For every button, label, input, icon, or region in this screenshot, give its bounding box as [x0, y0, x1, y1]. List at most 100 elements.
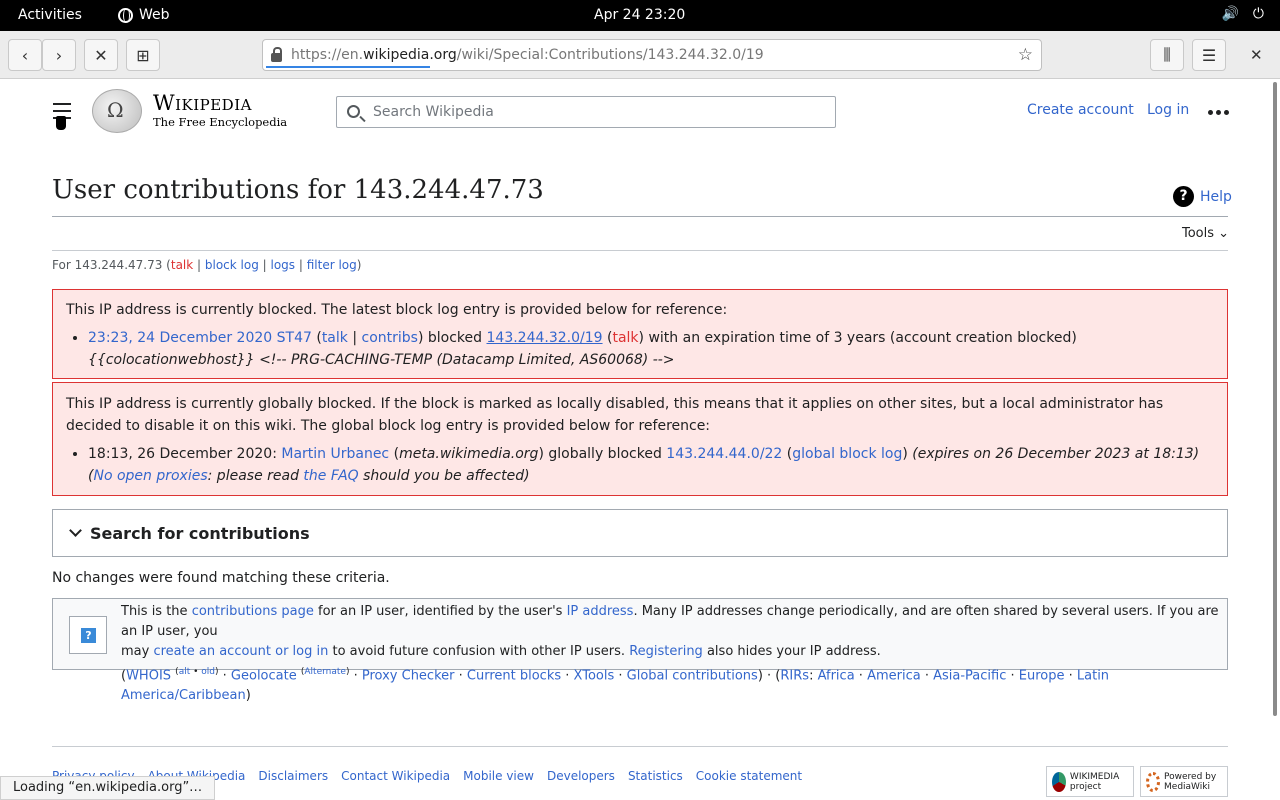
footer-divider [52, 746, 1228, 747]
footer-link-contact[interactable]: Contact Wikipedia [341, 769, 450, 783]
url-prefix: https://en. [291, 47, 364, 63]
search-input[interactable]: Search Wikipedia [336, 96, 836, 128]
proxy-checker-link[interactable]: Proxy Checker [362, 668, 455, 683]
tools-divider [52, 250, 1228, 251]
geolocate-link[interactable]: Geolocate [231, 668, 297, 683]
subtitle-prefix: For 143.244.47.73 ( [52, 258, 171, 272]
talk-link[interactable]: talk [171, 258, 193, 272]
address-bar[interactable]: https://en. wikipedia.org/wiki/Special:Co… [262, 39, 1042, 71]
range-talk-link[interactable]: talk [612, 330, 638, 346]
forward-button[interactable]: › [42, 39, 76, 71]
search-placeholder: Search Wikipedia [373, 104, 494, 120]
block-reason: {{colocationwebhost}} <!-- PRG-CACHING-T… [88, 352, 675, 368]
create-account-login-link[interactable]: create an account or log in [153, 644, 328, 659]
stop-button[interactable]: ✕ [84, 39, 118, 71]
volume-icon: 🔊 [1221, 6, 1239, 22]
more-options-button[interactable] [1208, 110, 1229, 115]
ip-info-text: This is the contributions page for an IP… [121, 604, 1219, 704]
library-button[interactable]: ⫼ [1150, 39, 1184, 71]
window-close-button[interactable]: ✕ [1250, 46, 1263, 64]
footer-link-disclaimers[interactable]: Disclaimers [258, 769, 328, 783]
log-in-link[interactable]: Log in [1147, 102, 1189, 118]
library-icon: ⫼ [1163, 45, 1171, 64]
wordmark-tagline: The Free Encyclopedia [153, 115, 288, 129]
global-contributions-link[interactable]: Global contributions [627, 668, 758, 683]
global-range-link[interactable]: 143.244.44.0/22 [666, 446, 782, 462]
footer-link-developers[interactable]: Developers [547, 769, 615, 783]
tools-dropdown[interactable]: Tools ⌄ [1182, 226, 1229, 241]
power-icon: ⏻ [1252, 6, 1264, 22]
new-tab-button[interactable]: ⊞ [126, 39, 160, 71]
block-log-link[interactable]: block log [205, 258, 259, 272]
xtools-link[interactable]: XTools [574, 668, 615, 683]
global-block-notice: This IP address is currently globally bl… [52, 382, 1228, 496]
wikipedia-wordmark[interactable]: Wikipedia The Free Encyclopedia [153, 92, 287, 129]
europe-link[interactable]: Europe [1019, 668, 1065, 683]
global-action: globally blocked [548, 446, 662, 462]
hamburger-icon: ☰ [1201, 45, 1217, 65]
system-menu[interactable]: 🔊 ⏻ [1221, 6, 1264, 22]
geolocate-alternate-link[interactable]: Alternate [304, 667, 346, 677]
app-menu[interactable]: Web [118, 7, 170, 23]
url-path: /wiki/Special:Contributions/143.244.32.0… [456, 47, 764, 63]
lock-icon [271, 46, 282, 62]
wikimedia-badge[interactable]: WIKIMEDIA project [1046, 766, 1134, 797]
forward-icon: › [55, 45, 63, 65]
chevron-down-icon: ⌄ [1218, 226, 1230, 241]
global-expiry: (expires on 26 December 2023 at 18:13) [912, 446, 1200, 462]
whois-old-link[interactable]: old [201, 667, 215, 677]
question-icon: ? [69, 616, 107, 654]
rirs-link[interactable]: RIRs [780, 668, 809, 683]
logs-link[interactable]: logs [271, 258, 296, 272]
block-time-link[interactable]: 23:23, 24 December 2020 ST47 [88, 330, 312, 346]
mediawiki-badge[interactable]: Powered by MediaWiki [1140, 766, 1228, 797]
global-block-intro: This IP address is currently globally bl… [66, 396, 1164, 434]
bookmark-star-icon[interactable]: ☆ [1018, 45, 1033, 65]
search-contributions-label: Search for contributions [90, 523, 310, 543]
wikimedia-badge-text: WIKIMEDIA project [1069, 771, 1120, 792]
scrollbar[interactable] [1273, 82, 1277, 716]
registering-link[interactable]: Registering [629, 644, 703, 659]
page-title: User contributions for 143.244.47.73 [52, 175, 544, 205]
contributions-page-link[interactable]: contributions page [192, 604, 314, 619]
global-block-log-link[interactable]: global block log [792, 446, 902, 462]
create-account-link[interactable]: Create account [1027, 102, 1134, 118]
back-button[interactable]: ‹ [8, 39, 42, 71]
whois-alt-link[interactable]: alt [179, 667, 191, 677]
mediawiki-badge-text: Powered by MediaWiki [1164, 771, 1217, 792]
global-block-time: 18:13, 26 December 2020: [88, 446, 277, 462]
main-menu-button[interactable]: ☰ [1192, 39, 1226, 71]
mouse-cursor [56, 116, 66, 130]
faq-link[interactable]: the FAQ [303, 468, 358, 484]
system-top-bar: Activities Web Apr 24 23:20 🔊 ⏻ [0, 0, 1280, 31]
america-link[interactable]: America [867, 668, 921, 683]
blocked-range-link[interactable]: 143.244.32.0/19 [487, 330, 603, 346]
clock[interactable]: Apr 24 23:20 [594, 7, 685, 23]
footer-link-statistics[interactable]: Statistics [628, 769, 683, 783]
loading-status: Loading “en.wikipedia.org”… [0, 776, 216, 800]
whois-link[interactable]: WHOIS [126, 668, 171, 683]
no-open-proxies-link[interactable]: No open proxies [93, 468, 207, 484]
filter-log-link[interactable]: filter log [307, 258, 357, 272]
africa-link[interactable]: Africa [818, 668, 855, 683]
url-underline [266, 66, 430, 68]
chevron-down-icon [69, 524, 82, 537]
blocked-text: blocked [427, 330, 483, 346]
back-icon: ‹ [21, 45, 29, 65]
asia-pacific-link[interactable]: Asia-Pacific [933, 668, 1006, 683]
activities-button[interactable]: Activities [18, 7, 82, 23]
current-blocks-link[interactable]: Current blocks [467, 668, 561, 683]
footer-link-cookie[interactable]: Cookie statement [696, 769, 802, 783]
footer-link-mobile[interactable]: Mobile view [463, 769, 534, 783]
global-admin-link[interactable]: Martin Urbanec [281, 446, 389, 462]
help-link[interactable]: ? Help [1173, 186, 1232, 207]
no-changes-message: No changes were found matching these cri… [52, 570, 390, 586]
wikimedia-logo-icon [1052, 771, 1066, 792]
ip-address-link[interactable]: IP address [567, 604, 634, 619]
admin-talk-link[interactable]: talk [322, 330, 348, 346]
search-contributions-toggle[interactable]: Search for contributions [52, 509, 1228, 557]
contributions-subtitle: For 143.244.47.73 (talk | block log | lo… [52, 258, 362, 272]
app-name: Web [139, 7, 170, 23]
wikipedia-globe-logo[interactable] [92, 89, 142, 133]
admin-contribs-link[interactable]: contribs [362, 330, 418, 346]
